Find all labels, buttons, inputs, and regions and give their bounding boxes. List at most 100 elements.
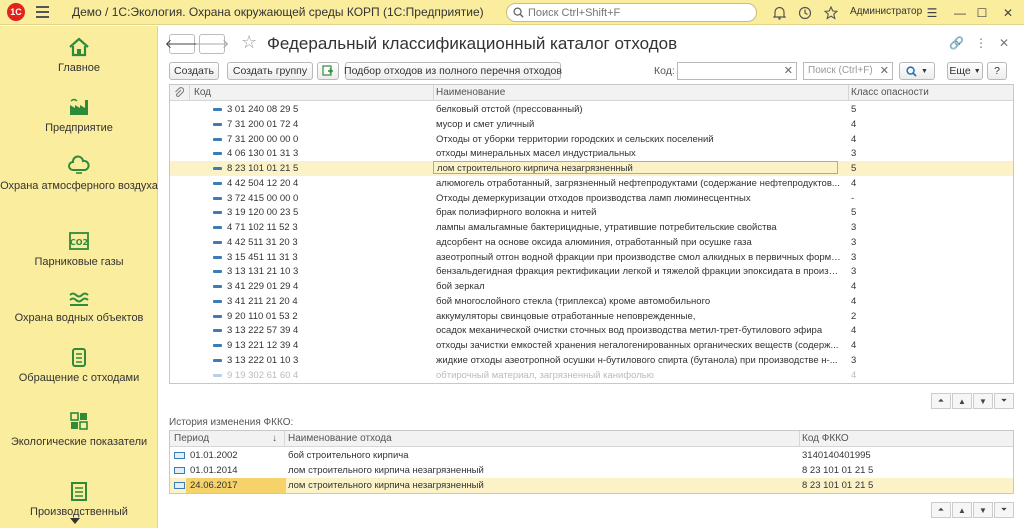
clear-code-icon[interactable]: ✕ xyxy=(784,64,793,77)
item-icon xyxy=(213,240,222,244)
table-row[interactable]: 9 13 221 12 39 4 отходы зачистки емкостей… xyxy=(170,338,1013,353)
header-name[interactable]: Наименование xyxy=(436,87,505,98)
cell-hazard: 4 xyxy=(851,295,857,307)
sidebar-scroll-down-icon[interactable] xyxy=(70,518,80,524)
close-form-icon[interactable]: ✕ xyxy=(999,36,1009,50)
table-row[interactable]: 9 20 110 01 53 2 аккумуляторы свинцовые о… xyxy=(170,309,1013,324)
sidebar-item-greenhouse[interactable]: CO2 Парниковые газы xyxy=(0,230,158,269)
forward-button[interactable]: 🡒 xyxy=(195,34,229,54)
cell-fkko-code: 3140140401995 xyxy=(802,450,871,461)
table-row[interactable]: 4 06 130 01 31 3 отходы минеральных масел… xyxy=(170,146,1013,161)
header-hazard[interactable]: Класс опасности xyxy=(851,87,929,98)
history-row[interactable]: 01.01.2014 лом строительного кирпича неза… xyxy=(170,463,1013,478)
item-icon xyxy=(213,226,222,229)
back-button[interactable]: 🡐 xyxy=(165,34,199,54)
bell-icon[interactable] xyxy=(766,0,792,25)
record-icon xyxy=(174,482,185,489)
item-icon xyxy=(213,344,222,347)
sidebar-item-production[interactable]: Производственный xyxy=(0,480,158,519)
cell-name: отходы зачистки емкостей хранения негало… xyxy=(436,340,839,351)
cell-hazard: 3 xyxy=(851,222,857,233)
sidebar-item-enterprise[interactable]: Предприятие xyxy=(0,96,158,135)
user-name[interactable]: Администратор xyxy=(850,6,922,17)
search-button[interactable]: ▼ xyxy=(899,62,935,80)
search-field[interactable]: Поиск (Ctrl+F) ✕ xyxy=(803,62,893,80)
history-scroll-up-button[interactable]: ▲ xyxy=(952,502,972,518)
table-row[interactable]: 4 71 102 11 52 3 лампы амальгамные бактер… xyxy=(170,220,1013,235)
create-group-button[interactable]: Создать группу xyxy=(227,62,313,80)
scroll-top-button[interactable]: ⏶ xyxy=(931,393,951,409)
water-icon xyxy=(68,286,90,308)
close-icon[interactable]: ✕ xyxy=(994,0,1022,25)
settings-icon[interactable]: ☰ xyxy=(918,0,946,25)
history-row[interactable]: 01.01.2002 бой строительного кирпича 31401… xyxy=(170,448,1013,463)
cell-code: 4 42 511 31 20 3 xyxy=(227,236,298,248)
table-row[interactable]: 3 13 222 57 39 4 осадок механической очис… xyxy=(170,323,1013,338)
code-field[interactable]: ✕ xyxy=(677,62,797,80)
header-code[interactable]: Код xyxy=(194,87,211,98)
history-scroll-down-button[interactable]: ▼ xyxy=(973,502,993,518)
table-row[interactable]: 7 31 200 01 72 4 мусор и смет уличный 4 xyxy=(170,117,1013,132)
global-search-input[interactable] xyxy=(528,6,738,19)
history-row[interactable]: 24.06.2017 лом строительного кирпича неза… xyxy=(170,478,1013,493)
sidebar-item-air[interactable]: Охрана атмосферного воздуха xyxy=(0,154,158,193)
cell-code: 4 42 504 12 20 4 xyxy=(227,177,299,189)
cell-hazard: 4 xyxy=(851,133,857,145)
scroll-up-button[interactable]: ▲ xyxy=(952,393,972,409)
table-row[interactable]: 4 42 504 12 20 4 алюмогель отработанный, … xyxy=(170,176,1013,191)
sidebar-item-main[interactable]: Главное xyxy=(0,36,158,75)
star-icon[interactable] xyxy=(818,0,844,25)
cell-hazard: 4 xyxy=(851,281,857,292)
sidebar-item-indicators[interactable]: Экологические показатели xyxy=(0,410,158,449)
item-icon xyxy=(213,255,222,259)
history-scroll-bottom-button[interactable]: ⏷ xyxy=(994,502,1014,518)
header-period[interactable]: Период xyxy=(174,433,209,444)
table-row[interactable]: 3 15 451 11 31 3 азеотропный отгон водной… xyxy=(170,250,1013,265)
record-icon xyxy=(174,467,185,474)
table-row[interactable]: 3 01 240 08 29 5 белковый отстой (прессов… xyxy=(170,102,1013,117)
table-row[interactable]: 3 13 222 01 10 3 жидкие отходы азеотропно… xyxy=(170,353,1013,368)
favorite-star-icon[interactable]: ☆ xyxy=(241,32,257,53)
table-row[interactable]: 9 19 302 61 60 4 обтирочный материал, заг… xyxy=(170,368,1013,383)
item-icon xyxy=(213,358,222,362)
maximize-icon[interactable]: ☐ xyxy=(968,0,996,25)
cloud-icon xyxy=(68,154,90,176)
table-row[interactable]: 3 41 229 01 29 4 бой зеркал 4 xyxy=(170,279,1013,294)
sidebar-item-water[interactable]: Охрана водных объектов xyxy=(0,286,158,325)
history-label: История изменения ФККО: xyxy=(169,417,294,428)
table-row[interactable]: 3 19 120 00 23 5 брак полиэфирного волокн… xyxy=(170,205,1013,220)
table-row[interactable]: 4 42 511 31 20 3 адсорбент на основе окси… xyxy=(170,235,1013,250)
more-vertical-icon[interactable]: ⋮ xyxy=(975,36,987,50)
global-search[interactable] xyxy=(506,3,757,22)
create-button[interactable]: Создать xyxy=(169,62,219,80)
table-row[interactable]: 8 23 101 01 21 5 лом строительного кирпич… xyxy=(170,161,1013,176)
app-title: Демо / 1С:Экология. Охрана окружающей ср… xyxy=(72,5,484,19)
link-icon[interactable]: 🔗 xyxy=(949,36,964,50)
main-panel: 🡐 🡒 ☆ Федеральный классификационный ката… xyxy=(159,26,1024,528)
cell-hazard: 3 xyxy=(851,148,857,160)
sidebar-item-label: Предприятие xyxy=(45,122,113,134)
header-fkko-code[interactable]: Код ФККО xyxy=(802,433,849,444)
co2-icon: CO2 xyxy=(68,230,90,252)
table-row[interactable]: 3 13 131 21 10 3 бензальдегидная фракция … xyxy=(170,264,1013,279)
history-scroll-top-button[interactable]: ⏶ xyxy=(931,502,951,518)
cell-code: 3 41 211 21 20 4 xyxy=(227,295,298,307)
scroll-down-button[interactable]: ▼ xyxy=(973,393,993,409)
help-button[interactable]: ? xyxy=(987,62,1007,80)
cell-name: лампы амальгамные бактерицидные, утратив… xyxy=(436,222,777,233)
cell-name: Отходы от уборки территории городских и … xyxy=(436,133,714,145)
scroll-bottom-button[interactable]: ⏷ xyxy=(994,393,1014,409)
clear-search-icon[interactable]: ✕ xyxy=(880,64,889,77)
history-icon[interactable] xyxy=(792,0,818,25)
header-waste-name[interactable]: Наименование отхода xyxy=(288,433,392,444)
table-row[interactable]: 3 41 211 21 20 4 бой многослойного стекла… xyxy=(170,294,1013,309)
table-row[interactable]: 3 72 415 00 00 0 Отходы демеркуризации от… xyxy=(170,191,1013,206)
copy-button[interactable] xyxy=(317,62,339,80)
table-row[interactable]: 7 31 200 00 00 0 Отходы от уборки террито… xyxy=(170,132,1013,147)
sidebar-item-waste[interactable]: Обращение с отходами xyxy=(0,346,158,385)
sidebar-item-label: Охрана водных объектов xyxy=(14,312,144,324)
select-waste-button[interactable]: Подбор отходов из полного перечня отходо… xyxy=(344,62,562,80)
more-button[interactable]: Еще ▼ xyxy=(947,62,983,80)
menu-icon[interactable] xyxy=(32,0,54,25)
cell-code: 7 31 200 01 72 4 xyxy=(227,118,299,130)
